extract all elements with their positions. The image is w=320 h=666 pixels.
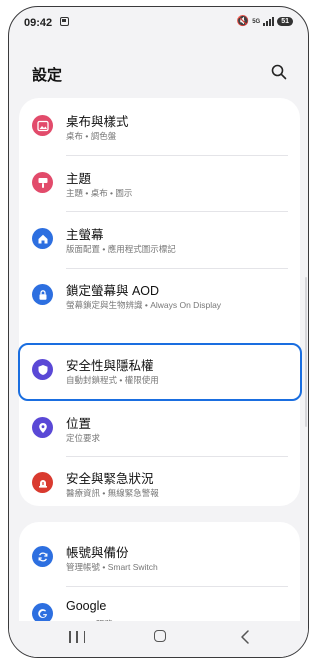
theme-brush-icon (32, 172, 53, 193)
wallpaper-icon (32, 115, 53, 136)
settings-item-title: 鎖定螢幕與 AOD (66, 284, 160, 298)
home-button-icon[interactable] (154, 630, 166, 642)
settings-item-title: 主題 (66, 172, 92, 186)
sync-icon (32, 546, 53, 567)
phone-frame: 09:42 🔇 5G 51 設定 桌布與樣式 桌布 • 調色盤 主題 主題 • … (8, 6, 309, 658)
status-time: 09:42 (24, 17, 53, 29)
navigation-bar (9, 621, 308, 657)
settings-item-lock-screen[interactable]: 鎖定螢幕與 AOD 螢幕鎖定與生物辨識 • Always On Display (19, 269, 300, 325)
settings-item-themes[interactable]: 主題 主題 • 桌布 • 圖示 (19, 156, 300, 212)
signal-icon (263, 17, 275, 26)
search-icon[interactable] (271, 64, 287, 80)
settings-item-title: 帳號與備份 (66, 546, 129, 560)
settings-item-safety-emergency[interactable]: 安全與緊急狀況 醫療資訊 • 無線緊急警報 (19, 457, 300, 513)
settings-item-home-screen[interactable]: 主螢幕 版面配置 • 應用程式圖示標記 (19, 212, 300, 268)
settings-item-accounts-backup[interactable]: 帳號與備份 管理帳號 • Smart Switch (19, 532, 300, 588)
network-type: 5G (252, 18, 261, 25)
settings-item-title: Google (66, 599, 107, 613)
settings-item-location[interactable]: 位置 定位要求 (19, 401, 300, 457)
settings-card-display: 桌布與樣式 桌布 • 調色盤 主題 主題 • 桌布 • 圖示 主螢幕 版面配置 … (19, 98, 300, 506)
settings-item-subtitle: 管理帳號 • Smart Switch (66, 562, 158, 572)
selection-highlight (18, 343, 302, 401)
message-notification-icon (60, 17, 69, 26)
mute-icon: 🔇 (236, 16, 250, 27)
settings-item-wallpaper[interactable]: 桌布與樣式 桌布 • 調色盤 (19, 98, 300, 154)
lock-icon (32, 284, 53, 305)
settings-item-title: 桌布與樣式 (66, 115, 129, 129)
recent-apps-icon[interactable] (69, 631, 85, 643)
settings-item-subtitle: 桌布 • 調色盤 (66, 131, 117, 141)
settings-item-subtitle: 版面配置 • 應用程式圖示標記 (66, 244, 176, 254)
page-title: 設定 (32, 67, 63, 84)
battery-indicator: 51 (277, 17, 293, 26)
scrollbar[interactable] (305, 277, 307, 427)
settings-item-subtitle: 定位要求 (66, 433, 101, 443)
settings-item-subtitle: 醫療資訊 • 無線緊急警報 (66, 488, 159, 498)
settings-item-subtitle: 螢幕鎖定與生物辨識 • Always On Display (66, 300, 222, 310)
emergency-icon (32, 472, 53, 493)
home-icon (32, 228, 53, 249)
back-icon[interactable] (239, 629, 253, 645)
settings-item-title: 安全與緊急狀況 (66, 472, 154, 486)
settings-item-title: 位置 (66, 417, 92, 431)
status-indicators: 🔇 5G 51 (237, 16, 293, 27)
settings-item-subtitle: 主題 • 桌布 • 圖示 (66, 188, 133, 198)
status-bar: 09:42 🔇 5G 51 (9, 7, 308, 41)
settings-item-title: 主螢幕 (66, 228, 104, 242)
location-icon (32, 417, 53, 438)
